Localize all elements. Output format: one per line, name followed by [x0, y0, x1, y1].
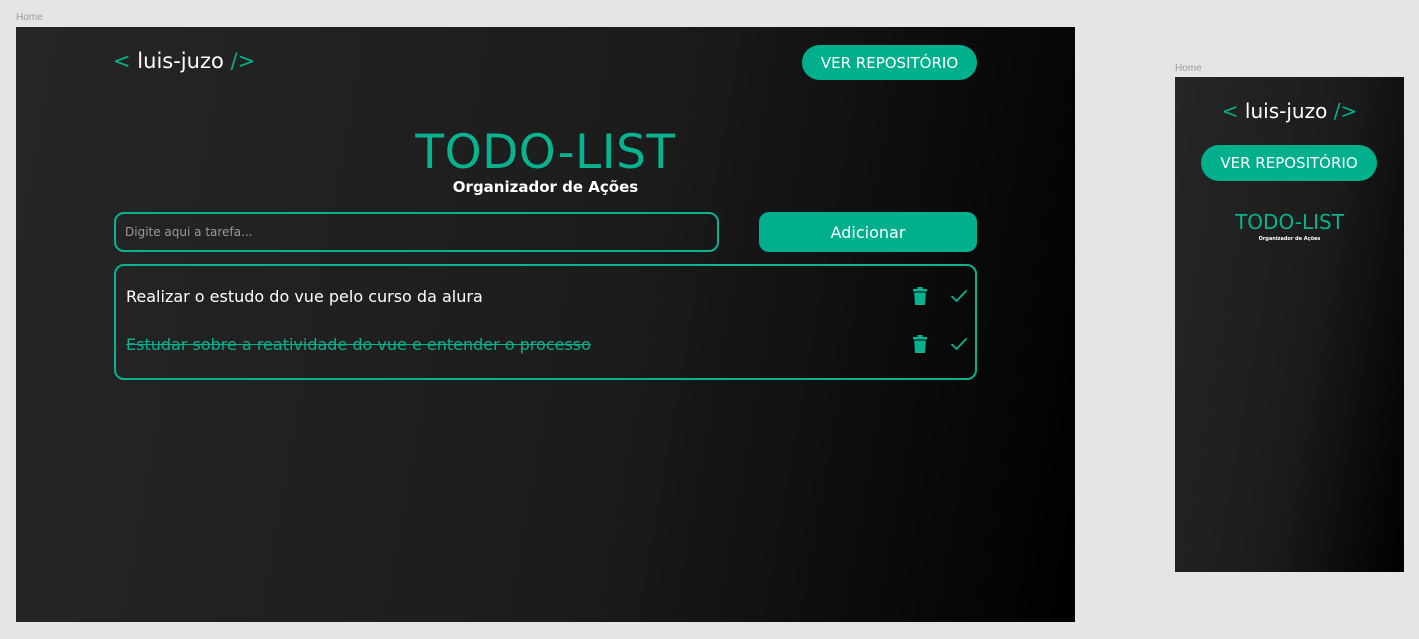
logo-name: luis-juzo: [137, 49, 224, 73]
task-actions: [913, 330, 967, 358]
trash-icon[interactable]: [913, 287, 927, 305]
task-item: Realizar o estudo do vue pelo curso da a…: [126, 282, 967, 310]
check-icon[interactable]: [951, 337, 967, 351]
view-repository-button[interactable]: VER REPOSITÓRIO: [802, 45, 977, 80]
page-title: TODO-LIST: [415, 125, 676, 180]
task-text-completed: Estudar sobre a reatividade do vue e ent…: [126, 334, 591, 354]
add-task-button[interactable]: Adicionar: [759, 212, 977, 252]
check-icon[interactable]: [951, 289, 967, 303]
task-input[interactable]: [114, 212, 719, 252]
logo-close-bracket: />: [230, 49, 256, 73]
mobile-frame-label: Home: [1175, 63, 1202, 74]
desktop-frame: < luis-juzo /> VER REPOSITÓRIO TODO-LIST…: [16, 27, 1075, 622]
view-repository-button[interactable]: VER REPOSITÓRIO: [1201, 145, 1377, 181]
desktop-frame-label: Home: [16, 12, 43, 23]
logo-open-bracket: <: [113, 49, 131, 73]
page-subtitle: Organizador de Ações: [452, 178, 639, 196]
trash-icon[interactable]: [913, 335, 927, 353]
page-title: TODO-LIST: [1235, 210, 1344, 234]
logo[interactable]: < luis-juzo />: [113, 49, 255, 73]
design-canvas: Home < luis-juzo /> VER REPOSITÓRIO TODO…: [0, 0, 1419, 639]
page-subtitle: Organizador de Ações: [1258, 236, 1321, 242]
logo-open-bracket: <: [1221, 99, 1239, 123]
task-item: Estudar sobre a reatividade do vue e ent…: [126, 330, 967, 358]
logo[interactable]: < luis-juzo />: [1175, 99, 1404, 123]
logo-close-bracket: />: [1333, 99, 1358, 123]
mobile-frame: < luis-juzo /> VER REPOSITÓRIO TODO-LIST…: [1175, 77, 1404, 572]
task-text: Realizar o estudo do vue pelo curso da a…: [126, 286, 483, 306]
task-actions: [913, 282, 967, 310]
logo-name: luis-juzo: [1244, 99, 1328, 123]
task-list: Realizar o estudo do vue pelo curso da a…: [114, 264, 977, 380]
